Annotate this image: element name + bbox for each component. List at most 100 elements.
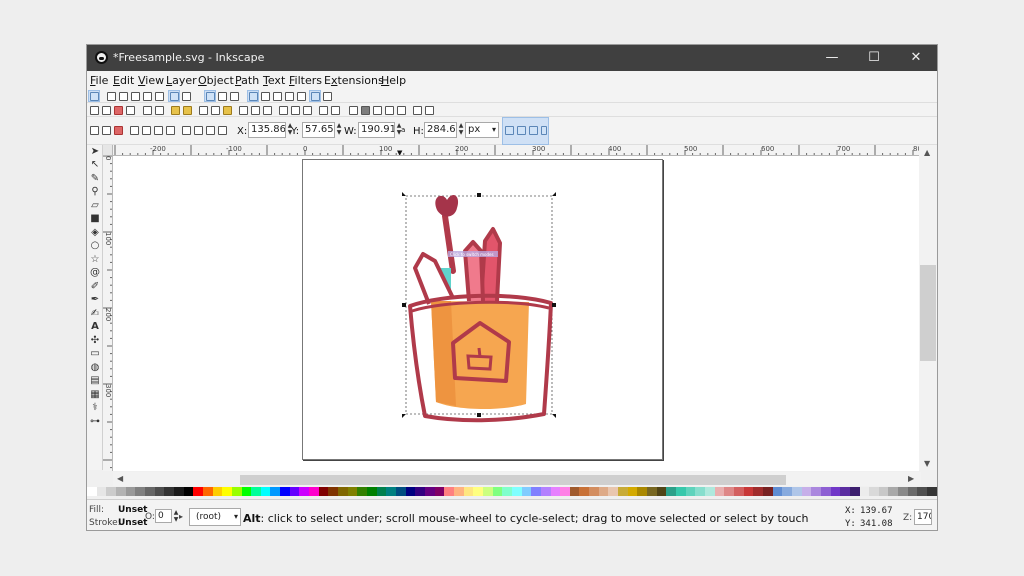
color-swatch[interactable]	[511, 487, 522, 496]
color-swatch[interactable]	[618, 487, 628, 496]
deselect-icon[interactable]	[114, 126, 123, 135]
color-swatch[interactable]	[753, 487, 763, 496]
color-swatch[interactable]	[280, 487, 290, 496]
selector-tool-icon[interactable]: ➤	[90, 147, 100, 157]
color-swatch[interactable]	[444, 487, 454, 496]
color-swatch[interactable]	[453, 487, 464, 496]
snap-toggle-icon[interactable]	[90, 92, 99, 101]
scroll-down-icon[interactable]: ▼	[924, 459, 930, 468]
connector-tool-icon[interactable]: ⊶	[90, 417, 100, 427]
pen-tool-icon[interactable]: ✒	[90, 295, 100, 305]
menu-filters[interactable]: Filters	[289, 74, 322, 87]
color-swatch[interactable]	[347, 487, 358, 496]
scroll-up-icon[interactable]: ▲	[924, 148, 930, 157]
dropper-tool-icon[interactable]: ⚕	[90, 403, 100, 413]
zoom-selection-icon[interactable]	[239, 106, 248, 115]
flip-vertical-icon[interactable]	[166, 126, 175, 135]
snap-nodes-icon[interactable]	[170, 92, 179, 101]
minimize-button[interactable]: —	[811, 45, 853, 71]
snap-edge-icon[interactable]	[119, 92, 128, 101]
drawing-canvas[interactable]: Click to switch modes	[113, 156, 919, 471]
lower-to-bottom-icon[interactable]	[218, 126, 227, 135]
color-swatch[interactable]	[212, 487, 223, 496]
zoom-input[interactable]: 170	[914, 509, 932, 525]
snap-guide-icon[interactable]	[323, 92, 332, 101]
color-swatch[interactable]	[791, 487, 802, 496]
color-swatch[interactable]	[656, 487, 667, 496]
color-swatch[interactable]	[473, 487, 483, 496]
color-swatch[interactable]	[260, 487, 271, 496]
color-swatch[interactable]	[560, 487, 570, 496]
fill-value[interactable]: Unset	[118, 505, 147, 515]
gradient-tool-icon[interactable]: ▤	[90, 376, 100, 386]
menu-extensions[interactable]: Extensions	[324, 74, 384, 87]
ellipse-tool-icon[interactable]: ○	[90, 241, 100, 251]
layer-select[interactable]: (root) ▾	[189, 508, 241, 526]
color-swatch[interactable]	[782, 487, 792, 496]
spiral-tool-icon[interactable]: @	[90, 268, 100, 278]
mesh-tool-icon[interactable]: ▦	[90, 390, 100, 400]
color-swatch[interactable]	[579, 487, 590, 496]
color-swatch[interactable]	[96, 487, 107, 496]
scale-corners-icon[interactable]	[517, 126, 526, 135]
snap-rotation-center-icon[interactable]	[273, 92, 282, 101]
h-input[interactable]: 284.677	[424, 122, 457, 138]
scroll-right-icon[interactable]: ▶	[908, 474, 914, 483]
x-input[interactable]: 135.862	[248, 122, 286, 138]
star-tool-icon[interactable]: ☆	[90, 255, 100, 265]
color-swatch[interactable]	[820, 487, 831, 496]
color-swatch[interactable]	[695, 487, 705, 496]
snap-line-mid-icon[interactable]	[230, 92, 239, 101]
measure-tool-icon[interactable]: ▱	[90, 201, 100, 211]
color-swatch[interactable]	[135, 487, 145, 496]
color-swatch[interactable]	[589, 487, 599, 496]
color-palette[interactable]	[87, 487, 937, 496]
color-swatch[interactable]	[415, 487, 425, 496]
menu-layer[interactable]: Layer	[166, 74, 197, 87]
snap-smooth-icon[interactable]	[218, 92, 227, 101]
cut-icon[interactable]	[211, 106, 220, 115]
menu-help[interactable]: Help	[381, 74, 406, 87]
color-swatch[interactable]	[898, 487, 908, 496]
color-swatch[interactable]	[202, 487, 213, 496]
snap-midpoint-icon[interactable]	[143, 92, 152, 101]
artwork-pencil-cup[interactable]: Click to switch modes	[113, 156, 919, 471]
color-swatch[interactable]	[367, 487, 377, 496]
stroke-value[interactable]: Unset	[118, 518, 147, 528]
scroll-left-icon[interactable]: ◀	[117, 474, 123, 483]
spray-tool-icon[interactable]: ✣	[90, 336, 100, 346]
zoom-page-icon[interactable]	[263, 106, 272, 115]
color-swatch[interactable]	[647, 487, 657, 496]
undo-icon[interactable]	[171, 106, 180, 115]
color-swatch[interactable]	[724, 487, 734, 496]
node-tool-icon[interactable]: ↖	[90, 160, 100, 170]
pencil-tool-icon[interactable]: ✐	[90, 282, 100, 292]
color-swatch[interactable]	[550, 487, 561, 496]
color-swatch[interactable]	[733, 487, 744, 496]
lock-proportions-icon[interactable]: a	[401, 126, 405, 134]
paint-bucket-tool-icon[interactable]: ◍	[90, 363, 100, 373]
snap-page-border-icon[interactable]	[297, 92, 306, 101]
color-swatch[interactable]	[666, 487, 677, 496]
snap-corner-icon[interactable]	[131, 92, 140, 101]
xml-editor-icon[interactable]	[385, 106, 394, 115]
color-swatch[interactable]	[762, 487, 773, 496]
text-tool-icon[interactable]: A	[90, 322, 100, 332]
scale-stroke-icon[interactable]	[505, 126, 514, 135]
menu-view[interactable]: View	[138, 74, 164, 87]
text-font-icon[interactable]	[361, 106, 370, 115]
preferences-icon[interactable]	[425, 106, 434, 115]
snap-text-baseline-icon[interactable]	[285, 92, 294, 101]
zoom-drawing-icon[interactable]	[251, 106, 260, 115]
color-swatch[interactable]	[357, 487, 368, 496]
color-swatch[interactable]	[830, 487, 841, 496]
print-icon[interactable]	[126, 106, 135, 115]
color-swatch[interactable]	[231, 487, 242, 496]
raise-icon[interactable]	[194, 126, 203, 135]
color-swatch[interactable]	[772, 487, 783, 496]
color-swatch[interactable]	[193, 487, 203, 496]
import-icon[interactable]	[143, 106, 152, 115]
snap-object-center-icon[interactable]	[261, 92, 270, 101]
snap-center-icon[interactable]	[155, 92, 164, 101]
color-swatch[interactable]	[424, 487, 435, 496]
